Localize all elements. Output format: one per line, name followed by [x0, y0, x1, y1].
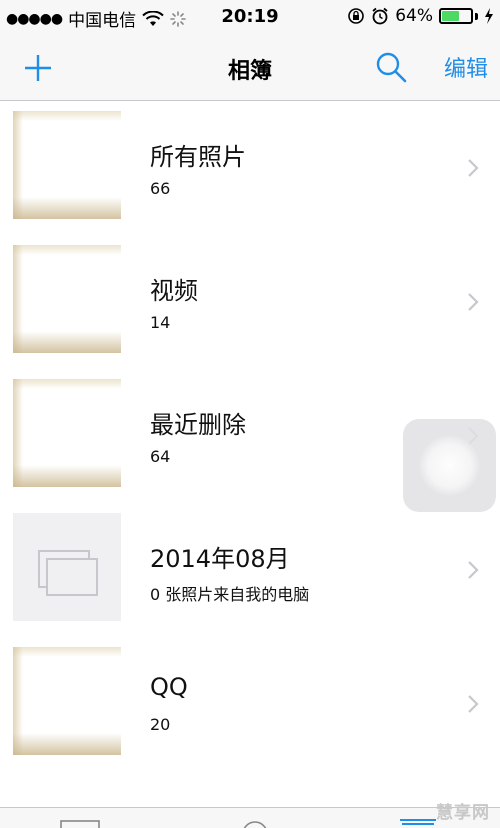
album-thumbnail [13, 111, 121, 219]
album-row-all-photos[interactable]: 所有照片 66 [0, 101, 500, 235]
album-count: 64 [150, 447, 171, 466]
battery-percent: 64% [395, 6, 433, 26]
album-title: 2014年08月 [150, 545, 290, 573]
stacked-photos-icon [38, 550, 98, 596]
add-album-button[interactable] [22, 52, 54, 84]
album-thumbnail [13, 647, 121, 755]
album-count: 20 [150, 715, 171, 734]
album-title: QQ [150, 673, 188, 701]
battery-level-fill [442, 11, 460, 21]
album-row-2014-08[interactable]: 2014年08月 0 张照片来自我的电脑 [0, 503, 500, 637]
album-title: 视频 [150, 277, 198, 305]
album-row-qq[interactable]: QQ 20 [0, 637, 500, 771]
watermark: 慧享网 [436, 803, 490, 823]
tab-bar [0, 807, 500, 828]
assistive-touch-button[interactable] [403, 419, 496, 512]
chevron-right-icon [468, 159, 479, 177]
assistive-touch-icon [419, 435, 480, 496]
album-thumbnail [13, 379, 121, 487]
status-bar: ●●●●● 中国电信 20:19 64% [0, 0, 500, 34]
album-thumbnail [13, 245, 121, 353]
search-icon [376, 52, 407, 83]
album-count: 66 [150, 179, 171, 198]
chevron-right-icon [468, 695, 479, 713]
alarm-clock-icon [372, 7, 388, 25]
album-title: 最近删除 [150, 411, 246, 439]
search-button[interactable] [374, 50, 408, 84]
rotation-lock-icon [348, 8, 365, 24]
chevron-right-icon [468, 561, 479, 579]
chevron-right-icon [468, 293, 479, 311]
empty-album-thumbnail [13, 513, 121, 621]
album-title: 所有照片 [150, 143, 246, 171]
charging-bolt-icon [485, 8, 493, 24]
battery-icon [439, 8, 478, 24]
album-row-videos[interactable]: 视频 14 [0, 235, 500, 369]
page-title: 相簿 [227, 59, 272, 84]
status-right: 64% [347, 6, 494, 26]
edit-button[interactable]: 编辑 [444, 51, 488, 83]
album-count: 0 张照片来自我的电脑 [150, 585, 310, 604]
album-count: 14 [150, 313, 171, 332]
navigation-bar: 相簿 编辑 [0, 34, 500, 101]
